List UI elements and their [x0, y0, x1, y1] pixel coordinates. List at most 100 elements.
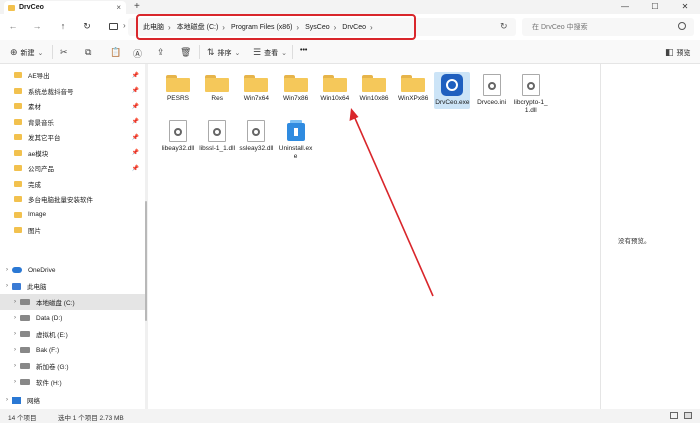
folder-icon [205, 74, 230, 92]
sidebar-item-quick[interactable]: 素材 📌 [0, 98, 145, 114]
sidebar-item-quick[interactable]: 背景音乐 📌 [0, 114, 145, 130]
chevron-right-icon[interactable]: › [334, 23, 337, 32]
folder-icon [8, 4, 15, 11]
breadcrumb-item[interactable]: SysCeo [305, 24, 330, 31]
maximize-button[interactable]: ☐ [640, 0, 670, 14]
paste-icon[interactable]: 📋 [110, 47, 124, 58]
details-view-icon[interactable] [670, 412, 678, 419]
sidebar-item-quick[interactable]: 公司产品 📌 [0, 160, 145, 176]
sidebar-item-quick[interactable]: Image [0, 207, 145, 223]
breadcrumb-item[interactable]: 此电脑 [143, 22, 164, 32]
copy-icon[interactable]: ⧉ [85, 47, 94, 58]
this-pc-icon [109, 23, 118, 30]
window-controls: — ☐ ✕ [610, 0, 700, 14]
drive-icon [20, 331, 30, 337]
file-item[interactable]: Uninstall.exe [278, 118, 314, 163]
file-name: DrvCeo.exe [435, 99, 470, 106]
tab-close-icon[interactable]: × [116, 3, 121, 12]
new-tab-button[interactable]: + [134, 1, 140, 12]
breadcrumb-item[interactable]: 本地磁盘 (C:) [177, 22, 219, 32]
new-button[interactable]: ⊕ 新建 ⌄ [10, 47, 43, 58]
folder-icon [244, 74, 269, 92]
sidebar-item-drive[interactable]: › Data (D:) [0, 310, 145, 326]
chevron-right-icon[interactable]: › [10, 299, 20, 305]
delete-icon[interactable]: 🗑 [180, 47, 194, 58]
refresh-button[interactable]: ↻ [80, 21, 94, 32]
chevron-right-icon[interactable]: › [10, 315, 20, 321]
sidebar-item-quick[interactable]: 多台电脑批量安装软件 [0, 191, 145, 207]
file-item[interactable]: libeay32.dll [160, 118, 196, 155]
item-count: 14 个项目 [8, 415, 37, 422]
folder-item[interactable]: Win10x86 [356, 72, 392, 105]
chevron-right-icon[interactable]: › [296, 23, 299, 32]
folder-icon [14, 180, 22, 187]
sidebar-item-quick[interactable]: 发其它平台 📌 [0, 129, 145, 145]
sidebar-item-drive[interactable]: › 软件 (H:) [0, 374, 145, 390]
chevron-right-icon[interactable]: › [10, 379, 20, 385]
navigation-pane: AE导出 📌 系统总裁抖音号 📌 素材 📌 背景音乐 📌 发其它平台 📌 ae模块 📌 公司产品 📌 完成多… [0, 64, 145, 409]
chevron-right-icon[interactable]: › [222, 23, 225, 32]
sidebar-item-quick[interactable]: AE导出 📌 [0, 67, 145, 83]
folder-item[interactable]: Win7x64 [238, 72, 274, 105]
rename-icon[interactable]: Ⓐ [133, 47, 145, 60]
breadcrumb[interactable]: 此电脑 › 本地磁盘 (C:) › Program Files (x86) › SysCeo… [136, 14, 416, 40]
sort-button[interactable]: ⇅ 排序 ⌄ [207, 47, 240, 58]
sidebar-scrollbar-thumb[interactable] [145, 201, 147, 321]
file-item[interactable]: libssl-1_1.dll [199, 118, 235, 155]
chevron-right-icon[interactable]: › [123, 21, 126, 30]
search-input[interactable] [522, 18, 672, 36]
address-refresh-icon[interactable]: ↻ [500, 21, 508, 32]
sidebar-item-drive[interactable]: › Bak (F:) [0, 342, 145, 358]
folder-item[interactable]: WinXPx86 [395, 72, 431, 105]
forward-button[interactable]: → [30, 21, 44, 31]
file-item[interactable]: libcrypto-1_1.dll [513, 72, 549, 117]
sidebar-item-label: 新加卷 (G:) [36, 364, 69, 371]
close-window-button[interactable]: ✕ [670, 0, 700, 14]
up-button[interactable]: ↑ [56, 21, 70, 31]
chevron-right-icon[interactable]: › [2, 283, 12, 289]
folder-item[interactable]: Win10x64 [317, 72, 353, 105]
cut-icon[interactable]: ✂ [60, 47, 71, 58]
file-item[interactable]: DrvCeo.exe [434, 72, 471, 109]
sidebar-item-network[interactable]: › 网络 [0, 392, 145, 408]
file-item[interactable]: Drvceo.ini [474, 72, 510, 109]
folder-item[interactable]: Res [199, 72, 235, 105]
sidebar-item-drive[interactable]: › 虚拟机 (E:) [0, 326, 145, 342]
sidebar-item-label: AE导出 [28, 73, 50, 80]
large-icons-view-icon[interactable] [684, 412, 692, 419]
chevron-right-icon[interactable]: › [168, 23, 171, 32]
sidebar-item-label: 完成 [28, 181, 41, 189]
sidebar-item-label: Data (D:) [36, 314, 63, 322]
sidebar-item-quick[interactable]: 系统总裁抖音号 📌 [0, 83, 145, 99]
sidebar-item-quick[interactable]: ae模块 📌 [0, 145, 145, 161]
folder-item[interactable]: Win7x86 [278, 72, 314, 105]
chevron-right-icon[interactable]: › [2, 267, 12, 273]
chevron-right-icon[interactable]: › [2, 397, 12, 403]
chevron-right-icon[interactable]: › [10, 347, 20, 353]
back-button[interactable]: ← [6, 21, 20, 31]
share-icon[interactable]: ⇪ [157, 47, 168, 58]
preview-label: 预览 [676, 49, 691, 57]
folder-item[interactable]: PESRS [160, 72, 196, 105]
no-preview-text: 没有预览。 [618, 238, 651, 245]
sidebar-item-drive[interactable]: › 本地磁盘 (C:) [0, 294, 145, 310]
file-item[interactable]: ssleay32.dll [238, 118, 274, 155]
tab-drvceo[interactable]: DrvCeo × [4, 1, 126, 14]
more-options-button[interactable]: ••• [300, 47, 307, 54]
breadcrumb-item[interactable]: DrvCeo [342, 24, 366, 31]
minimize-button[interactable]: — [610, 0, 640, 14]
search-box[interactable] [522, 18, 694, 36]
chevron-right-icon[interactable]: › [10, 363, 20, 369]
sidebar-item-quick[interactable]: 图片 [0, 222, 145, 238]
sidebar-item-quick[interactable]: 完成 [0, 176, 145, 192]
breadcrumb-item[interactable]: Program Files (x86) [231, 24, 292, 31]
sidebar-item-drive[interactable]: › 新加卷 (G:) [0, 358, 145, 374]
chevron-right-icon[interactable]: › [370, 23, 373, 32]
sidebar-item-label: 软件 (H:) [36, 380, 62, 387]
sidebar-item-this-pc[interactable]: › 此电脑 [0, 278, 145, 294]
sidebar-item-onedrive[interactable]: › OneDrive [0, 262, 145, 278]
preview-pane-button[interactable]: ◧ 预览 [665, 47, 691, 58]
view-button[interactable]: ☰ 查看 ⌄ [253, 47, 287, 58]
sidebar-item-label: 此电脑 [27, 284, 47, 291]
chevron-right-icon[interactable]: › [10, 331, 20, 337]
